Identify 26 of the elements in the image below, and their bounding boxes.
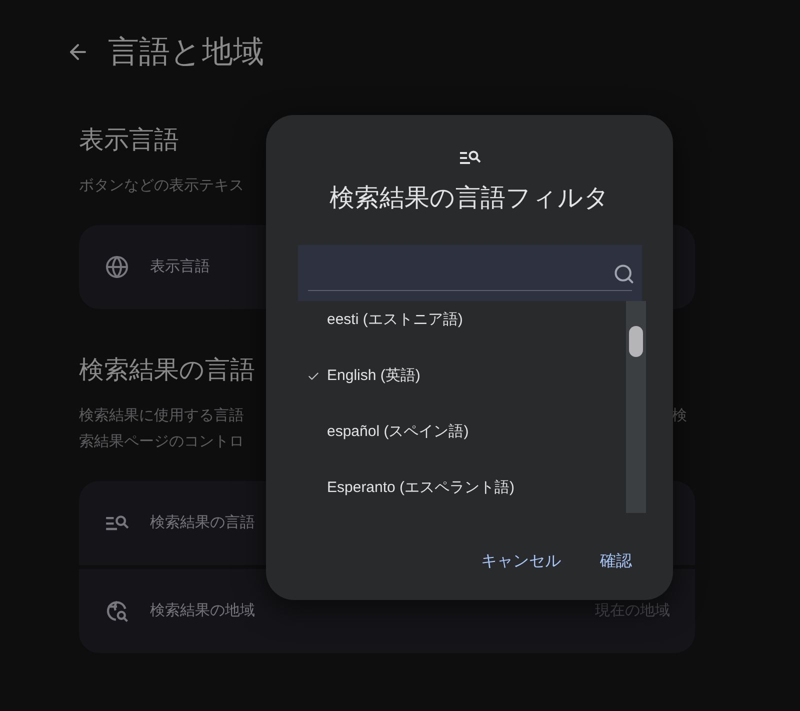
row-label: 検索結果の言語 (150, 512, 255, 533)
scrollbar-thumb[interactable] (629, 326, 643, 357)
page-title: 言語と地域 (108, 33, 264, 71)
section-heading: 表示言語 (79, 125, 179, 156)
globe-icon (105, 255, 129, 279)
option-label: eesti (エストニア語) (327, 310, 463, 330)
language-option[interactable]: English (英語) (298, 348, 626, 404)
language-option[interactable]: español (スペイン語) (298, 404, 626, 460)
option-label: español (スペイン語) (327, 422, 469, 442)
search-icon[interactable] (613, 263, 635, 285)
language-option[interactable]: eesti (エストニア語) (298, 301, 626, 348)
section-heading: 検索結果の言語 (79, 355, 255, 386)
list-search-icon (458, 150, 480, 165)
option-label: English (英語) (327, 366, 420, 386)
search-field[interactable] (298, 245, 642, 301)
description-text: 検索結果に使用する言語 (79, 406, 244, 426)
row-label: 表示言語 (150, 256, 210, 277)
description-text: ボタンなどの表示テキス (79, 176, 244, 196)
dialog-title: 検索結果の言語フィルタ (330, 183, 610, 214)
description-text: 索結果ページのコントロ (79, 432, 244, 452)
description-text: 検 (672, 406, 687, 426)
language-option[interactable]: Esperanto (エスペラント語) (298, 460, 626, 513)
row-label: 検索結果の地域 (150, 600, 255, 621)
option-label: Esperanto (エスペラント語) (327, 478, 515, 498)
globe-search-icon (105, 599, 129, 623)
check-icon (307, 370, 320, 382)
